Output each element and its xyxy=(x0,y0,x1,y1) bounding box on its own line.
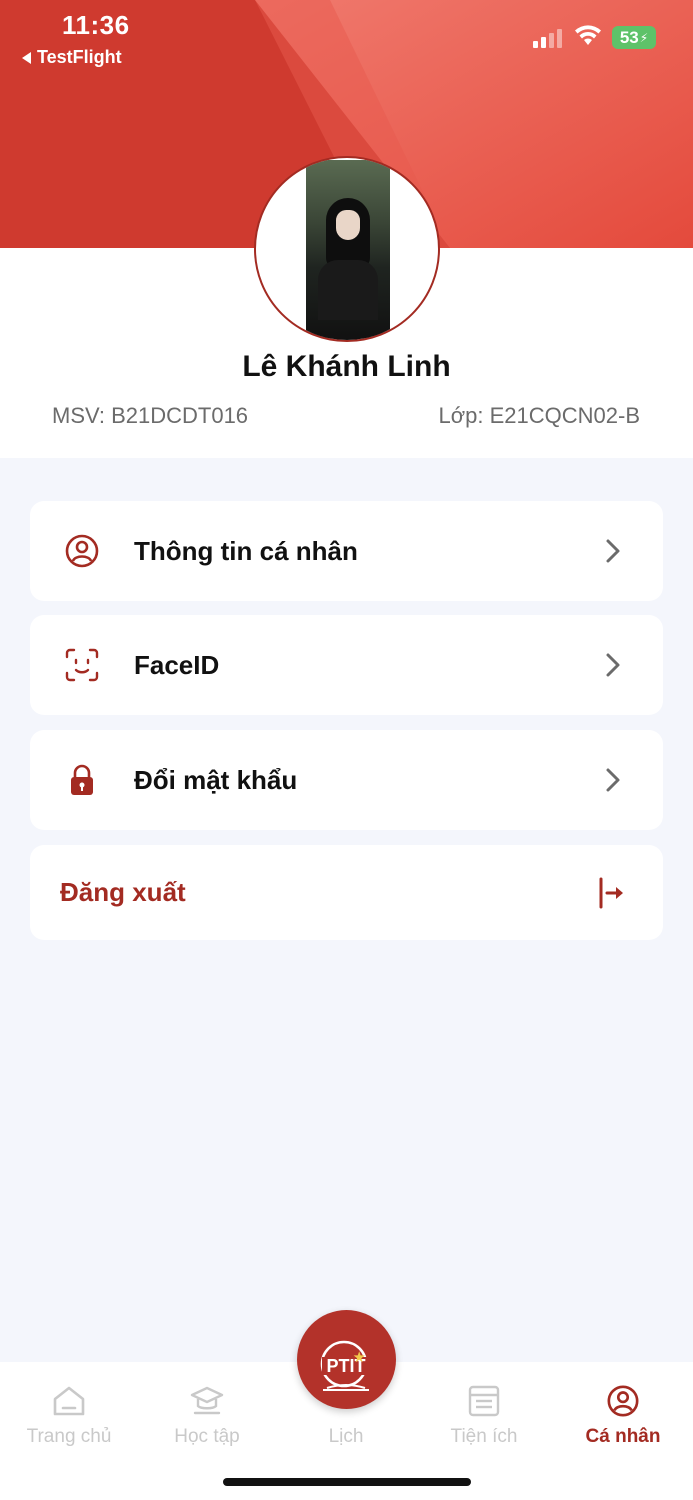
menu-label-face-id: FaceID xyxy=(134,649,220,680)
lock-icon xyxy=(71,764,93,795)
logout-icon xyxy=(599,877,623,908)
avatar-photo xyxy=(306,160,390,340)
battery-level: 53 xyxy=(619,27,639,47)
avatar[interactable] xyxy=(254,156,440,342)
grid-list-icon xyxy=(468,1385,500,1417)
student-id: MSV: B21DCDT016 xyxy=(52,403,249,428)
back-arrow-icon xyxy=(22,51,31,64)
tab-schedule[interactable]: Lịch xyxy=(291,1384,401,1448)
student-name: Lê Khánh Linh xyxy=(242,350,451,383)
tab-label-study: Học tập xyxy=(174,1426,240,1447)
face-id-icon xyxy=(65,648,99,682)
status-bar: 11:36 TestFlight 53 ⚡ xyxy=(0,0,693,80)
graduation-cap-icon xyxy=(190,1386,224,1415)
tab-label-profile: Cá nhân xyxy=(585,1426,661,1447)
menu-label-personal-info: Thông tin cá nhân xyxy=(134,535,358,566)
back-label: TestFlight xyxy=(37,47,122,67)
menu-label-change-password: Đổi mật khẩu xyxy=(134,764,298,795)
menu-change-password[interactable]: Đổi mật khẩu xyxy=(30,730,663,830)
user-circle-icon xyxy=(65,534,99,568)
student-class: Lớp: E21CQCN02-B xyxy=(438,403,640,428)
cellular-signal-icon xyxy=(533,28,562,48)
tab-home[interactable]: Trang chủ xyxy=(14,1384,124,1448)
tab-study[interactable]: Học tập xyxy=(152,1384,262,1448)
logout-label: Đăng xuất xyxy=(60,877,186,907)
user-circle-icon xyxy=(607,1385,639,1417)
logout-button[interactable]: Đăng xuất xyxy=(30,845,663,940)
battery-indicator: 53 ⚡ xyxy=(612,26,656,49)
tab-profile[interactable]: Cá nhân xyxy=(568,1384,678,1448)
home-icon xyxy=(53,1386,85,1416)
menu-face-id[interactable]: FaceID xyxy=(30,615,663,715)
tab-label-schedule: Lịch xyxy=(328,1426,364,1447)
tab-utilities[interactable]: Tiện ích xyxy=(429,1384,539,1448)
charging-bolt-icon: ⚡ xyxy=(639,30,649,45)
wifi-icon xyxy=(575,25,601,45)
chevron-right-icon xyxy=(606,539,620,563)
home-indicator xyxy=(223,1478,471,1486)
chevron-right-icon xyxy=(606,768,620,792)
back-to-testflight[interactable]: TestFlight xyxy=(22,47,122,68)
status-time: 11:36 xyxy=(62,10,130,40)
chevron-right-icon xyxy=(606,653,620,677)
tab-label-home: Trang chủ xyxy=(26,1426,112,1447)
menu-personal-info[interactable]: Thông tin cá nhân xyxy=(30,501,663,601)
tab-label-utilities: Tiện ích xyxy=(450,1426,518,1447)
